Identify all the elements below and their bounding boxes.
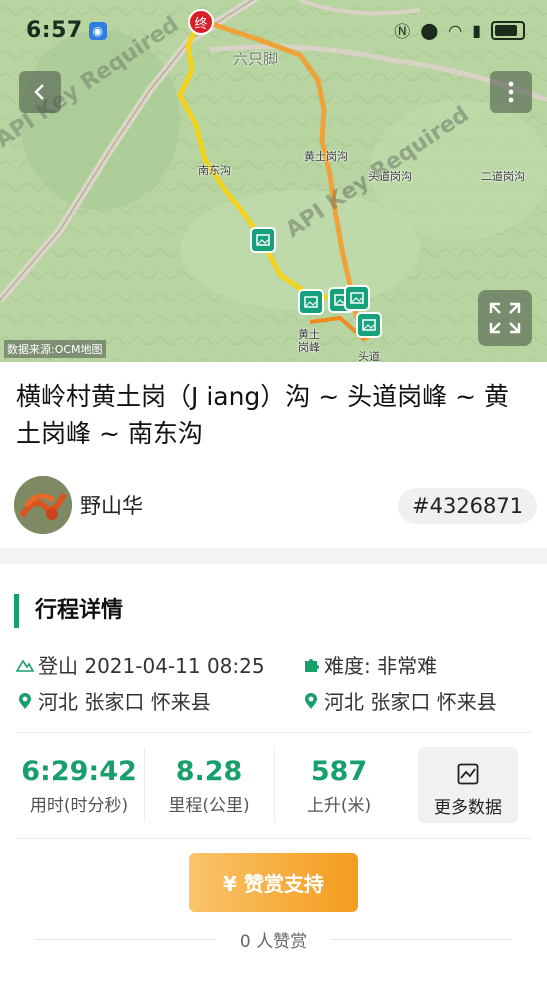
- map-source-label: 数据来源:OCM地图: [4, 340, 106, 358]
- difficulty-info: 难度: 非常难: [302, 650, 437, 679]
- stat-value: 8.28: [175, 756, 243, 787]
- more-button[interactable]: [490, 71, 532, 113]
- more-data-label: 更多数据: [434, 798, 502, 818]
- end-location-info: 河北 张家口 怀来县: [302, 686, 497, 715]
- start-location-info: 河北 张家口 怀来县: [16, 686, 211, 715]
- app-notification-icon: ◉: [88, 22, 107, 40]
- battery-icon: [491, 20, 525, 40]
- row-divider: [16, 838, 531, 839]
- place-label: 头道: [358, 350, 380, 362]
- status-time: 6:57: [26, 18, 83, 43]
- status-bar: 6:57 ◉ Ⓝ ⬤ ◠ ▮: [0, 0, 547, 62]
- activity-text: 登山 2021-04-11 08:25: [38, 654, 265, 678]
- stat-label: 里程(公里): [168, 796, 250, 816]
- fullscreen-button[interactable]: [478, 290, 532, 346]
- route-map[interactable]: API Key Required API Key Required 六只脚 黄土…: [0, 0, 547, 362]
- place-label: 黄土岗峰: [298, 328, 320, 354]
- photo-pin-icon[interactable]: [344, 285, 370, 311]
- photo-pin-icon[interactable]: [298, 289, 324, 315]
- end-location-text: 河北 张家口 怀来县: [324, 690, 497, 714]
- reward-button[interactable]: ¥ 赞赏支持: [189, 853, 358, 912]
- photo-pin-icon[interactable]: [356, 312, 382, 338]
- wifi-icon: ◠: [448, 20, 463, 40]
- track-id-badge[interactable]: #4326871: [398, 488, 538, 524]
- nfc-icon: Ⓝ: [394, 22, 411, 41]
- expand-icon: [489, 302, 521, 334]
- stat-label: 用时(时分秒): [29, 796, 129, 816]
- stat-value: 6:29:42: [21, 756, 137, 787]
- activity-info: 登山 2021-04-11 08:25: [16, 650, 265, 679]
- location-icon: ⬤: [420, 20, 439, 40]
- section-title: 行程详情: [14, 594, 123, 628]
- stat-separator: [144, 748, 145, 822]
- end-pin-icon: [305, 692, 317, 709]
- mountain-icon: [16, 659, 34, 672]
- author-name[interactable]: 野山华: [80, 490, 143, 520]
- stat-label: 上升(米): [306, 796, 372, 816]
- back-button[interactable]: [19, 71, 61, 113]
- start-pin-icon: [19, 692, 31, 709]
- stat-distance: 8.28 里程(公里): [146, 756, 272, 816]
- more-data-button[interactable]: 更多数据: [418, 747, 518, 823]
- chart-icon: [457, 763, 479, 785]
- start-location-text: 河北 张家口 怀来县: [38, 690, 211, 714]
- reward-count: 0 人赞赏: [239, 932, 308, 952]
- signal-icon: ▮: [472, 20, 481, 40]
- stat-ascent: 587 上升(米): [276, 756, 402, 816]
- avatar[interactable]: [14, 476, 72, 534]
- status-icons: Ⓝ ⬤ ◠ ▮: [394, 18, 525, 42]
- place-label: 南东沟: [198, 164, 231, 177]
- stat-separator: [274, 748, 275, 822]
- puzzle-icon: [305, 658, 319, 672]
- place-label: 二道岗沟: [481, 170, 525, 183]
- section-divider: [0, 548, 547, 564]
- photo-pin-icon[interactable]: [250, 227, 276, 253]
- author-row[interactable]: 野山华: [14, 476, 143, 534]
- chevron-left-icon: [34, 84, 44, 100]
- stat-duration: 6:29:42 用时(时分秒): [16, 756, 142, 816]
- more-vertical-icon: [508, 81, 514, 103]
- trip-title: 横岭村黄土岗（J iang）沟 ~ 头道岗峰 ~ 黄土岗峰 ~ 南东沟: [16, 382, 509, 448]
- difficulty-text: 难度: 非常难: [324, 654, 438, 678]
- stat-value: 587: [310, 756, 368, 787]
- place-label: 头道岗沟: [368, 170, 412, 183]
- row-divider: [16, 732, 531, 733]
- place-label: 黄土岗沟: [304, 150, 348, 163]
